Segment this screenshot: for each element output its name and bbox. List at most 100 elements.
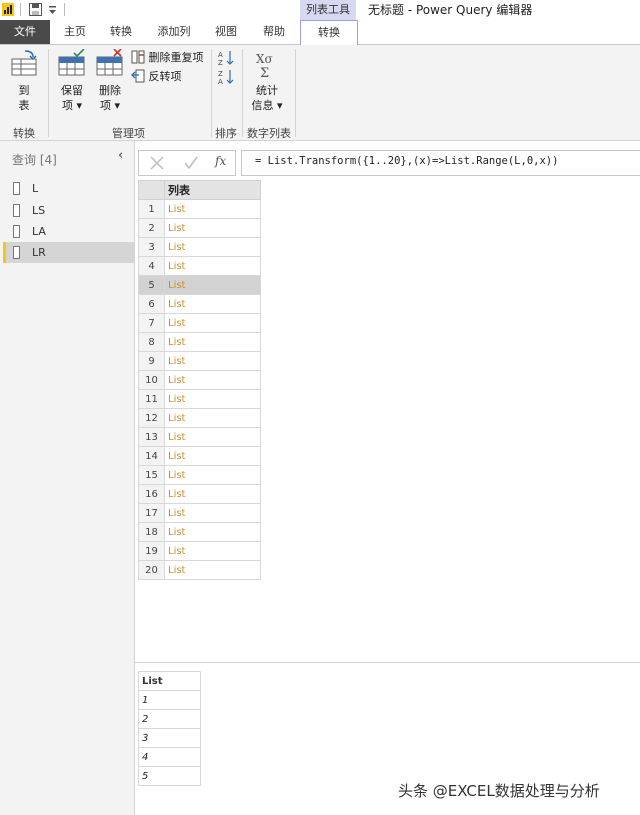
tab-view[interactable]: 视图 (208, 20, 244, 44)
query-item-la[interactable]: LA (3, 221, 131, 242)
list-cell[interactable]: List (164, 389, 261, 409)
list-cell[interactable]: List (164, 218, 261, 238)
query-item-l[interactable]: L (3, 178, 131, 199)
table-row[interactable]: 12 List (138, 408, 261, 428)
table-row[interactable]: 1 List (138, 199, 261, 219)
table-row[interactable]: 18 List (138, 522, 261, 542)
list-cell[interactable]: List (164, 332, 261, 352)
table-row[interactable]: 8 List (138, 332, 261, 352)
list-cell[interactable]: List (164, 351, 261, 371)
svg-text:Xσ: Xσ (256, 52, 273, 66)
table-row[interactable]: 19 List (138, 541, 261, 561)
tab-file[interactable]: 文件 (0, 20, 50, 44)
list-cell[interactable]: List (164, 446, 261, 466)
cancel-icon[interactable] (150, 156, 164, 170)
query-item-ls[interactable]: LS (3, 200, 131, 221)
row-number[interactable]: 9 (138, 351, 165, 371)
column-header[interactable]: 列表 (164, 180, 261, 200)
table-row[interactable]: 6 List (138, 294, 261, 314)
reverse-icon (131, 69, 145, 83)
tab-transform-main[interactable]: 转换 (104, 20, 138, 44)
preview-value: 4 (138, 747, 201, 767)
list-cell[interactable]: List (164, 294, 261, 314)
tab-add-column[interactable]: 添加列 (152, 20, 196, 44)
table-row[interactable]: 11 List (138, 389, 261, 409)
row-number[interactable]: 14 (138, 446, 165, 466)
sort-ascending-button[interactable]: A Z (218, 50, 234, 67)
row-number[interactable]: 19 (138, 541, 165, 561)
list-cell[interactable]: List (164, 256, 261, 276)
preview-row: 2 (138, 709, 201, 729)
table-row[interactable]: 3 List (138, 237, 261, 257)
table-row[interactable]: 5 List (138, 275, 261, 295)
row-number[interactable]: 12 (138, 408, 165, 428)
save-icon[interactable] (29, 3, 42, 16)
list-cell[interactable]: List (164, 465, 261, 485)
sort-descending-icon: Z A (218, 70, 234, 86)
row-number[interactable]: 4 (138, 256, 165, 276)
row-number[interactable]: 13 (138, 427, 165, 447)
row-number[interactable]: 6 (138, 294, 165, 314)
preview-value: 3 (138, 728, 201, 748)
row-number[interactable]: 18 (138, 522, 165, 542)
list-cell[interactable]: List (164, 237, 261, 257)
row-number[interactable]: 5 (138, 275, 165, 295)
table-row[interactable]: 17 List (138, 503, 261, 523)
watermark: 头条 @EXCEL数据处理与分析 (398, 782, 600, 800)
list-cell[interactable]: List (164, 313, 261, 333)
row-number[interactable]: 3 (138, 237, 165, 257)
tab-home[interactable]: 主页 (58, 20, 92, 44)
statistics-button[interactable]: Xσ Σ 统计 信息 ▾ (248, 49, 286, 113)
list-cell[interactable]: List (164, 560, 261, 580)
row-number[interactable]: 7 (138, 313, 165, 333)
tab-help[interactable]: 帮助 (256, 20, 292, 44)
query-item-lr[interactable]: LR (3, 242, 134, 263)
window-title: 无标题 - Power Query 编辑器 (368, 3, 533, 17)
preview-row: 1 (138, 690, 201, 710)
list-cell[interactable]: List (164, 427, 261, 447)
divider (64, 3, 65, 16)
remove-duplicates-button[interactable]: 删除重复项 (131, 50, 204, 66)
svg-text:Z: Z (218, 59, 223, 66)
commit-icon[interactable] (184, 156, 198, 170)
preview-value: 5 (138, 766, 201, 786)
keep-items-button[interactable]: 保留 项 ▾ (55, 48, 89, 113)
list-cell[interactable]: List (164, 541, 261, 561)
row-number[interactable]: 1 (138, 199, 165, 219)
grid-corner[interactable] (138, 180, 165, 200)
to-table-button[interactable]: 到 表 (6, 49, 42, 113)
list-cell[interactable]: List (164, 408, 261, 428)
list-cell[interactable]: List (164, 503, 261, 523)
table-row[interactable]: 20 List (138, 560, 261, 580)
tab-list-transform[interactable]: 转换 (300, 20, 358, 45)
table-row[interactable]: 13 List (138, 427, 261, 447)
list-cell[interactable]: List (164, 522, 261, 542)
collapse-pane-icon[interactable]: ‹ (118, 148, 123, 163)
remove-items-button[interactable]: 删除 项 ▾ (93, 48, 127, 113)
reverse-items-button[interactable]: 反转项 (131, 69, 182, 85)
row-number[interactable]: 15 (138, 465, 165, 485)
table-row[interactable]: 14 List (138, 446, 261, 466)
list-cell[interactable]: List (164, 199, 261, 219)
list-cell[interactable]: List (164, 484, 261, 504)
table-row[interactable]: 16 List (138, 484, 261, 504)
sort-descending-button[interactable]: Z A (218, 69, 234, 86)
table-row[interactable]: 9 List (138, 351, 261, 371)
table-row[interactable]: 7 List (138, 313, 261, 333)
row-number[interactable]: 16 (138, 484, 165, 504)
table-row[interactable]: 2 List (138, 218, 261, 238)
table-row[interactable]: 4 List (138, 256, 261, 276)
divider (20, 3, 21, 16)
list-cell[interactable]: List (164, 275, 261, 295)
list-cell[interactable]: List (164, 370, 261, 390)
row-number[interactable]: 8 (138, 332, 165, 352)
row-number[interactable]: 11 (138, 389, 165, 409)
fx-icon[interactable]: fx (215, 154, 226, 168)
row-number[interactable]: 20 (138, 560, 165, 580)
table-row[interactable]: 10 List (138, 370, 261, 390)
table-row[interactable]: 15 List (138, 465, 261, 485)
row-number[interactable]: 17 (138, 503, 165, 523)
row-number[interactable]: 2 (138, 218, 165, 238)
row-number[interactable]: 10 (138, 370, 165, 390)
customize-dropdown-icon[interactable] (48, 6, 57, 15)
